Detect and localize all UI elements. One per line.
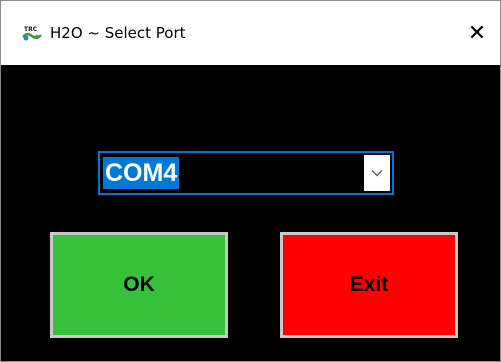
- dropdown-toggle[interactable]: [364, 155, 390, 191]
- trc-app-icon: TRC: [21, 25, 43, 42]
- content-area: COM4 OK Exit: [1, 65, 500, 361]
- close-button[interactable]: ✕: [454, 1, 500, 65]
- window-title: H2O ~ Select Port: [50, 24, 186, 42]
- port-select-value: COM4: [103, 157, 180, 189]
- select-port-window: TRC H2O ~ Select Port ✕ COM4 OK Exit: [0, 0, 501, 362]
- close-icon: ✕: [467, 20, 487, 46]
- port-select[interactable]: COM4: [98, 151, 394, 195]
- chevron-down-icon: [371, 164, 383, 182]
- title-bar[interactable]: TRC H2O ~ Select Port ✕: [1, 1, 500, 65]
- ok-button-label: OK: [123, 273, 155, 296]
- exit-button[interactable]: Exit: [280, 232, 458, 338]
- svg-text:TRC: TRC: [24, 26, 38, 33]
- port-value-area[interactable]: COM4: [103, 157, 361, 189]
- ok-button[interactable]: OK: [50, 232, 228, 338]
- exit-button-label: Exit: [349, 273, 389, 296]
